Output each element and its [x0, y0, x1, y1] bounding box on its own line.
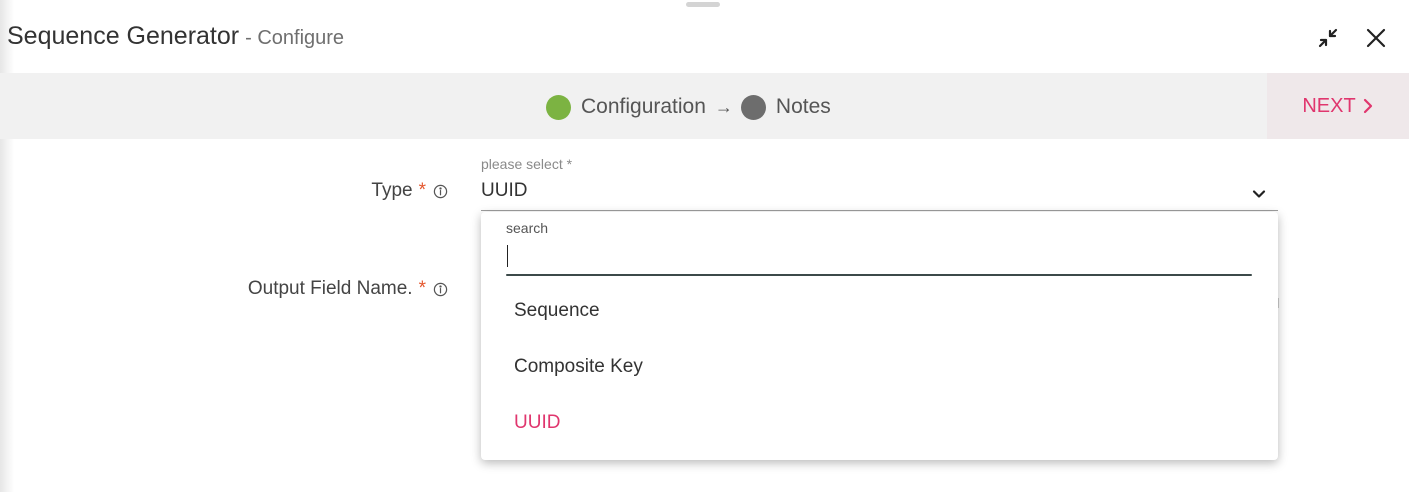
type-select-hint: please select * [481, 156, 573, 172]
dialog-title: Sequence Generator [7, 22, 240, 50]
close-icon[interactable] [1362, 24, 1390, 52]
stepper-steps: Configuration → Notes [546, 93, 831, 121]
dropdown-option-composite-key[interactable]: Composite Key [481, 342, 1278, 392]
dropdown-search-label: search [506, 220, 549, 236]
minimize-icon[interactable] [1314, 24, 1342, 52]
dropdown-search-input[interactable] [506, 240, 1252, 272]
step-inactive-dot-icon [740, 94, 766, 120]
dropdown-option-sequence[interactable]: Sequence [481, 286, 1278, 336]
step-active-dot-icon [546, 94, 571, 120]
dropdown-option-uuid[interactable]: UUID [481, 398, 1278, 448]
type-select-underline [481, 210, 1278, 211]
output-label-text: Output Field Name. [247, 278, 413, 299]
dropdown-search-underline [506, 274, 1252, 276]
output-required-mark: * [418, 278, 426, 299]
dialog-header: Sequence Generator - Configure [7, 22, 344, 51]
step-arrow-icon: → [714, 96, 733, 117]
type-field-label: Type * [371, 180, 448, 202]
type-label-text: Type [371, 180, 413, 201]
info-icon[interactable] [433, 184, 448, 199]
next-button-label: NEXT [1302, 94, 1356, 117]
text-caret [507, 245, 508, 267]
type-required-mark: * [418, 180, 426, 201]
type-dropdown-panel: search Sequence Composite Key UUID [481, 212, 1278, 460]
drag-handle[interactable] [686, 2, 720, 7]
next-button[interactable]: NEXT [1267, 73, 1409, 139]
dialog-subtitle: - Configure [245, 27, 345, 49]
stepper-bar: Configuration → Notes NEXT [0, 73, 1409, 139]
type-select-value[interactable]: UUID [481, 180, 527, 202]
chevron-down-icon[interactable] [1250, 185, 1268, 203]
info-icon[interactable] [433, 282, 448, 297]
step-configuration-label[interactable]: Configuration [581, 95, 706, 119]
output-field-label: Output Field Name. * [248, 278, 448, 300]
chevron-right-icon [1363, 98, 1372, 114]
step-notes-label[interactable]: Notes [776, 95, 831, 119]
